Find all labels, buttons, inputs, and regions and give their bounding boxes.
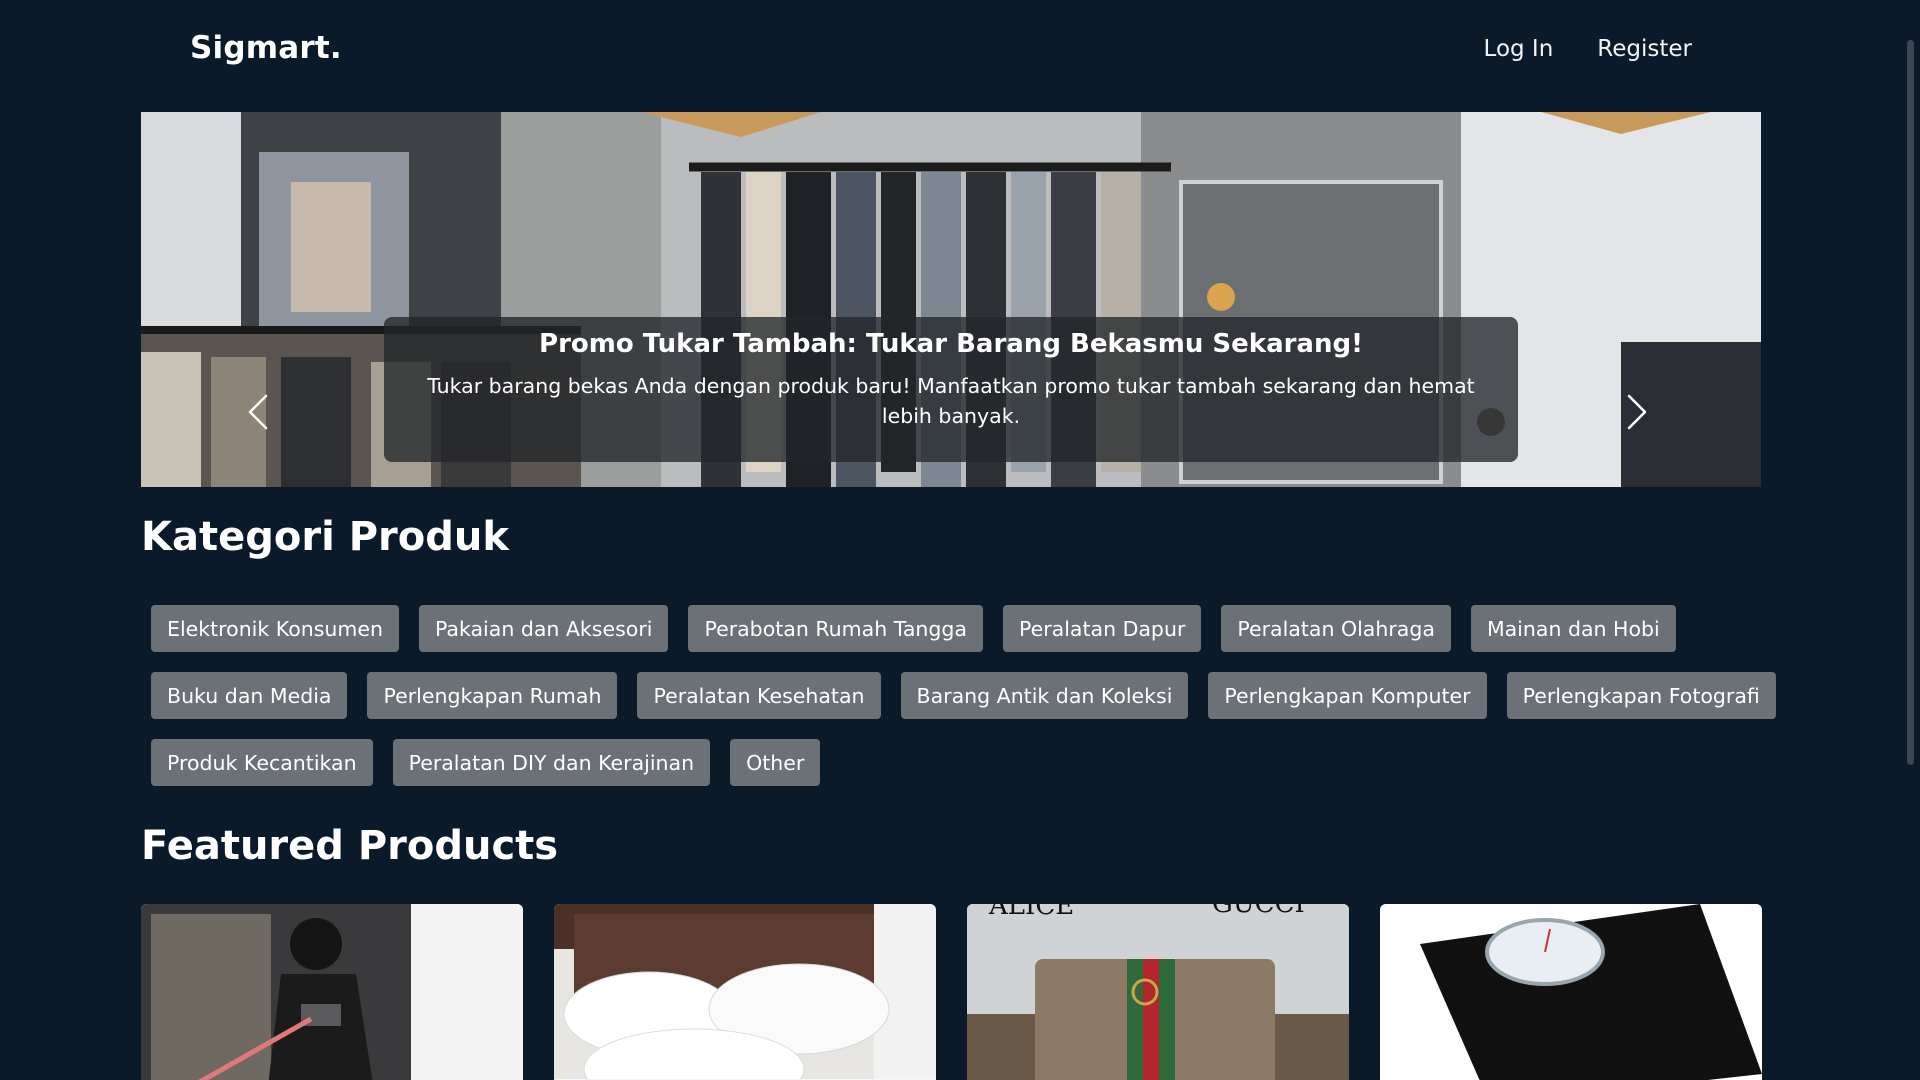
category-chip[interactable]: Produk Kecantikan [151, 739, 373, 786]
category-row: Buku dan Media Perlengkapan Rumah Perala… [151, 672, 1776, 719]
pillows-bed-photo [554, 904, 936, 1080]
register-link[interactable]: Register [1597, 36, 1692, 62]
product-card[interactable]: ALICE GUCCI [967, 904, 1349, 1080]
category-list: Elektronik Konsumen Pakaian dan Aksesori… [151, 605, 1776, 806]
chevron-right-icon [1627, 394, 1647, 430]
login-link[interactable]: Log In [1484, 36, 1554, 62]
carousel-next-button[interactable] [1620, 392, 1654, 432]
hero-title: Promo Tukar Tambah: Tukar Barang Bekasmu… [539, 329, 1363, 359]
product-card[interactable] [1380, 904, 1762, 1080]
hero-caption: Promo Tukar Tambah: Tukar Barang Bekasmu… [384, 317, 1518, 462]
weighing-scale-photo [1380, 904, 1762, 1080]
page-scrollbar[interactable] [1900, 0, 1920, 1080]
handbag-photo: ALICE GUCCI [967, 904, 1349, 1080]
chevron-left-icon [248, 394, 268, 430]
category-chip[interactable]: Peralatan Olahraga [1221, 605, 1451, 652]
category-chip[interactable]: Mainan dan Hobi [1470, 605, 1676, 652]
nav-links: Log In Register [1484, 36, 1692, 62]
category-chip[interactable]: Perabotan Rumah Tangga [688, 605, 983, 652]
product-card[interactable] [554, 904, 936, 1080]
category-chip[interactable]: Buku dan Media [151, 672, 348, 719]
product-grid: ALICE GUCCI [141, 904, 1762, 1080]
hero-text: Tukar barang bekas Anda dengan produk ba… [427, 374, 1475, 428]
category-chip[interactable]: Peralatan Kesehatan [637, 672, 881, 719]
category-chip[interactable]: Other [730, 739, 821, 786]
product-image-text: ALICE [988, 904, 1074, 921]
category-chip[interactable]: Elektronik Konsumen [151, 605, 399, 652]
featured-heading: Featured Products [141, 823, 559, 869]
category-chip[interactable]: Barang Antik dan Koleksi [900, 672, 1189, 719]
hero-carousel: Promo Tukar Tambah: Tukar Barang Bekasmu… [141, 112, 1761, 487]
category-chip[interactable]: Perlengkapan Rumah [367, 672, 618, 719]
category-chip[interactable]: Peralatan DIY dan Kerajinan [392, 739, 711, 786]
brand-logo[interactable]: Sigmart. [190, 30, 342, 66]
product-image-text: GUCCI [1212, 904, 1305, 919]
scrollbar-thumb[interactable] [1907, 40, 1914, 765]
category-chip[interactable]: Perlengkapan Fotografi [1506, 672, 1776, 719]
category-chip[interactable]: Pakaian dan Aksesori [418, 605, 669, 652]
category-row: Elektronik Konsumen Pakaian dan Aksesori… [151, 605, 1771, 652]
carousel-prev-button[interactable] [241, 392, 275, 432]
categories-heading: Kategori Produk [141, 514, 509, 560]
category-chip[interactable]: Perlengkapan Komputer [1208, 672, 1487, 719]
category-row: Produk Kecantikan Peralatan DIY dan Kera… [151, 739, 1771, 786]
action-figure-photo [141, 904, 523, 1080]
page: Sigmart. Log In Register Promo Tukar Tam… [0, 0, 1920, 1080]
category-chip[interactable]: Peralatan Dapur [1002, 605, 1202, 652]
navbar: Sigmart. Log In Register [0, 0, 1900, 100]
product-card[interactable] [141, 904, 523, 1080]
